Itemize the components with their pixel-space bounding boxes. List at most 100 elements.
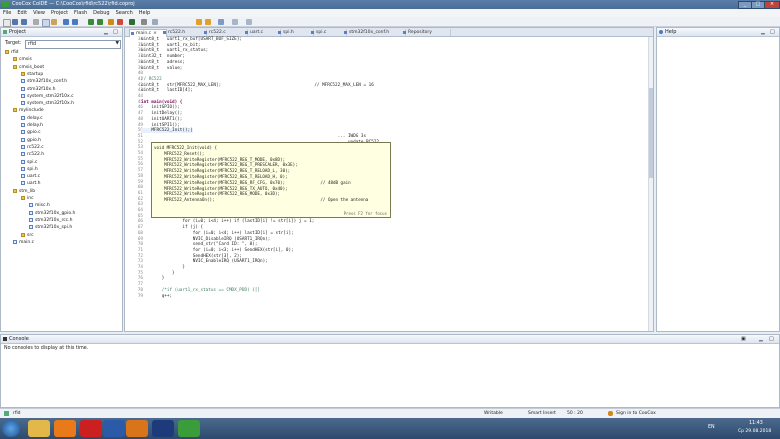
tree-item[interactable]: stm32f10x_spi.h (29, 225, 72, 231)
settings-icon[interactable] (141, 19, 147, 25)
nav-forward-icon[interactable] (246, 19, 252, 25)
menu-file[interactable]: File (0, 9, 14, 17)
debug-icon[interactable] (129, 19, 135, 25)
code-line[interactable]: NVIC_EnableIRQ (USART1_IRQn); (141, 259, 268, 264)
code-line[interactable]: NVIC_DisableIRQ (USART1_IRQn); (141, 237, 271, 242)
code-line[interactable]: uint8_t uart1_rx_bit; (141, 43, 201, 48)
maximize-button[interactable]: □ (751, 1, 765, 9)
code-line[interactable]: uint8_t uart1_rx_buf[USART_BUF_SIZE]; (141, 37, 242, 42)
save-all-icon[interactable] (21, 19, 27, 25)
code-line[interactable]: uint8_t adress; (141, 60, 185, 65)
tree-item[interactable]: system_stm32f10x.c (21, 93, 74, 100)
editor-scrollbar[interactable] (648, 37, 653, 331)
menu-flash[interactable]: Flash (71, 9, 90, 17)
minimize-button[interactable]: _ (738, 1, 752, 9)
editor-scroll-thumb[interactable] (649, 88, 653, 178)
code-line[interactable]: for (i=0; i<4; i++) lastID[i] = str[i]; (141, 231, 294, 236)
tree-item[interactable]: gpio.h (21, 137, 41, 144)
code-line[interactable]: uint8_t value; (141, 66, 182, 71)
tray-lang[interactable]: EN (708, 425, 715, 430)
code-line[interactable]: for (i=0; i<4; i++) if (lastID[i] != str… (141, 219, 314, 224)
forward-icon[interactable] (205, 19, 211, 25)
menu-help[interactable]: Help (136, 9, 153, 17)
tree-item[interactable]: system_stm32f10x.h (21, 101, 74, 107)
menu-search[interactable]: Search (113, 9, 136, 17)
tree-item[interactable]: rc522.h (21, 152, 44, 158)
code-line[interactable]: SendHEX(str[3], 2); (141, 254, 242, 259)
code-line[interactable]: } (141, 271, 175, 276)
tree-item[interactable]: spi.h (21, 166, 38, 173)
tree-item[interactable]: stm32f10x_gpio.h (29, 210, 75, 217)
panel-minimize-icon[interactable]: ▁ (104, 29, 108, 35)
code-line[interactable]: } (141, 276, 165, 281)
close-button[interactable]: × (764, 1, 780, 9)
code-line[interactable]: /*if (uart1_rx_status == CMDX_PDD) {[] (141, 288, 260, 293)
tree-item[interactable]: inc (21, 196, 34, 202)
tree-item[interactable]: misc.h (29, 203, 50, 209)
redo-icon[interactable] (72, 19, 78, 25)
rebuild-icon[interactable] (97, 19, 103, 25)
nav-back-icon[interactable] (232, 19, 238, 25)
menu-view[interactable]: View (30, 9, 48, 17)
back-icon[interactable] (196, 19, 202, 25)
console-display-icon[interactable]: ▣ (741, 336, 746, 342)
tree-item[interactable]: rfid (5, 50, 19, 56)
isis-icon[interactable] (152, 420, 174, 437)
menu-edit[interactable]: Edit (14, 9, 30, 17)
tree-item[interactable]: stm32f10x_conf.h (21, 79, 67, 85)
tree-item[interactable]: stm32f10x.h (21, 86, 55, 93)
tab-spi-h[interactable]: spi.h (277, 29, 314, 36)
code-line[interactable]: // RC522 (141, 77, 162, 82)
menu-project[interactable]: Project (48, 9, 71, 17)
tree-item[interactable]: uart.c (21, 174, 40, 180)
tree-item[interactable]: rc522.c (21, 144, 44, 151)
tree-item[interactable]: delay.h (21, 123, 43, 129)
panel-maximize-icon[interactable]: □ (113, 29, 118, 35)
opera-icon[interactable] (80, 420, 102, 437)
code-line[interactable]: uint8_t lastID[4]; (141, 88, 193, 93)
start-button[interactable] (2, 420, 20, 437)
code-line[interactable]: initGPIO(); (141, 105, 179, 110)
code-line[interactable]: q++; (141, 294, 172, 299)
code-line[interactable]: uint8_t str[MFRC522_MAX_LEN]; // MFRC522… (141, 83, 374, 88)
explorer-icon[interactable] (28, 420, 50, 437)
status-signin[interactable]: Sign in to CooCox (616, 411, 656, 416)
target-select[interactable]: rfid ▼ (25, 40, 121, 49)
help-maximize-icon[interactable]: □ (770, 29, 775, 35)
menu-debug[interactable]: Debug (90, 9, 112, 17)
tree-item[interactable]: startup (21, 71, 43, 78)
app-icon-orange[interactable] (126, 420, 148, 437)
help-minimize-icon[interactable]: ▁ (761, 29, 765, 35)
nav-icon[interactable] (218, 19, 224, 25)
word-icon[interactable] (103, 420, 125, 437)
close-tab-icon[interactable]: × (153, 31, 157, 36)
erase-icon[interactable] (117, 19, 123, 25)
search-icon[interactable] (152, 19, 158, 25)
code-line[interactable]: initUART1(); (141, 117, 182, 122)
media-player-icon[interactable] (54, 420, 76, 437)
code-line[interactable]: } (141, 265, 185, 270)
code-line[interactable]: if (j) { (141, 225, 203, 230)
tab-repository[interactable]: Repository (402, 29, 451, 36)
tree-item[interactable]: spi.c (21, 159, 37, 166)
code-line[interactable]: ... IWDG 3s (141, 134, 366, 139)
undo-icon[interactable] (63, 19, 69, 25)
tab-rc522-c[interactable]: rc522.c (203, 29, 248, 36)
cut-icon[interactable] (33, 19, 39, 25)
tree-item[interactable]: gpio.c (21, 130, 41, 136)
code-line[interactable]: uint32_t number; (141, 54, 185, 59)
tree-item[interactable]: uart.h (21, 181, 41, 187)
tab-stm32f10x-conf-h[interactable]: stm32f10x_conf.h (343, 29, 406, 36)
tree-item[interactable]: src (21, 232, 34, 239)
tree-item[interactable]: cmsis_boot (13, 64, 44, 71)
code-line[interactable]: uint8_t uart1_rx_status; (141, 48, 208, 53)
tree-item[interactable]: cmsis (13, 57, 32, 63)
tree-item[interactable]: stm_lib (13, 188, 35, 195)
tab-uart-c[interactable]: uart.c (244, 29, 281, 36)
tree-item[interactable]: stm32f10x_rcc.h (29, 217, 72, 224)
tab-spi-c[interactable]: spi.c (310, 29, 347, 36)
code-line[interactable]: send_str("Card ID: ", 0); (141, 242, 258, 247)
tree-item[interactable]: mylinclude (13, 108, 44, 114)
code-line[interactable]: initDelay(); (141, 111, 182, 116)
download-icon[interactable] (108, 19, 114, 25)
